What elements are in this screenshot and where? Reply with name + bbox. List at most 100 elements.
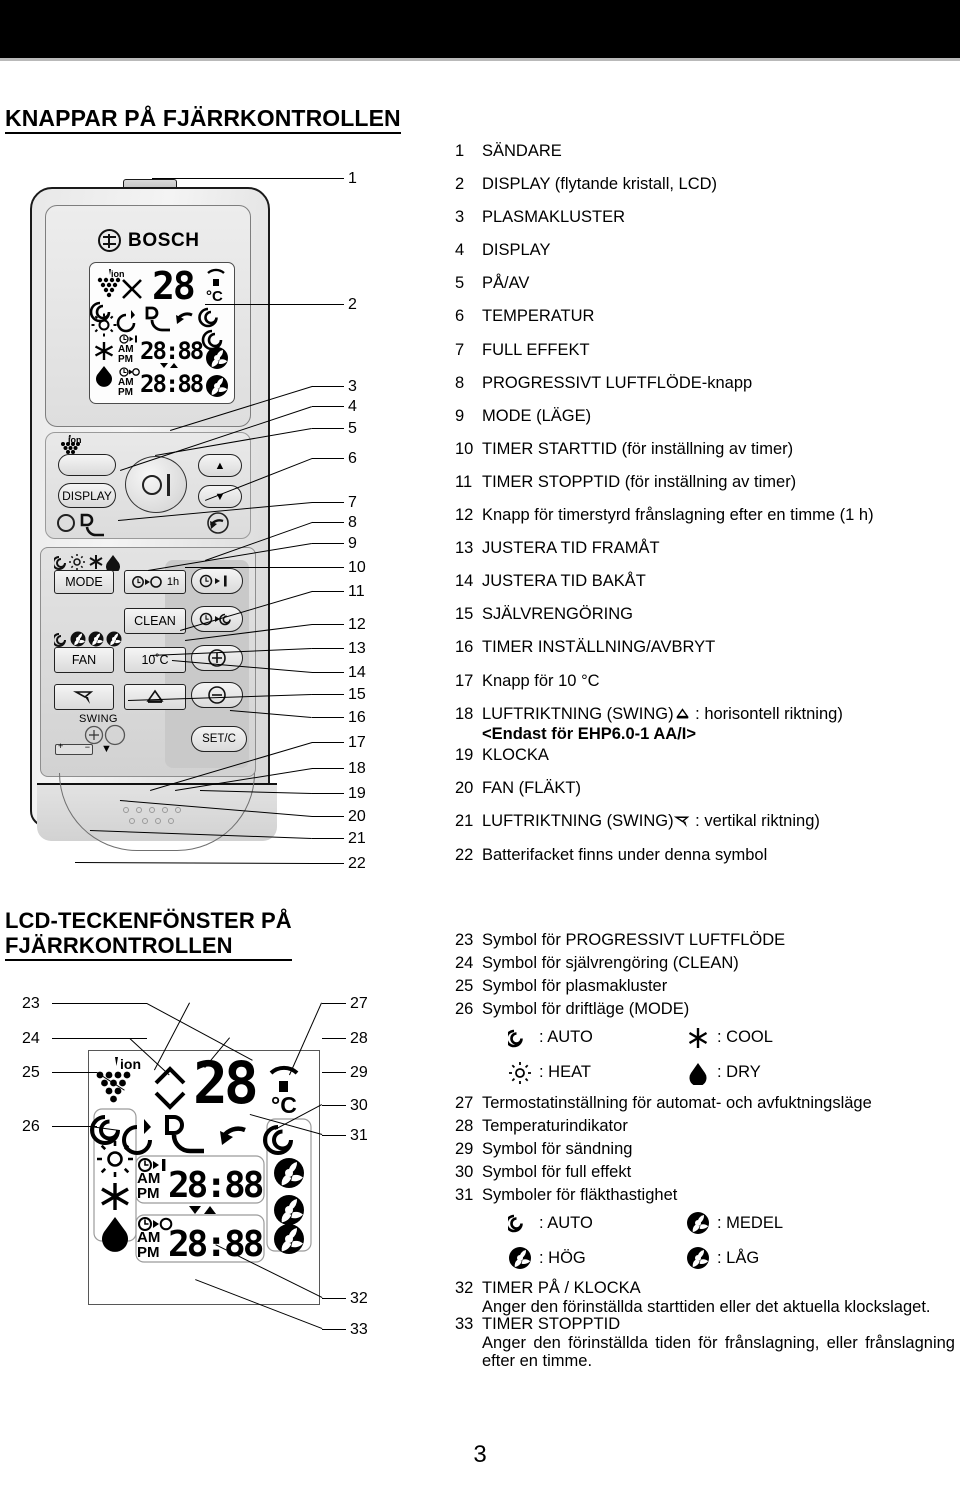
bosch-mark-icon xyxy=(98,229,121,252)
leader-line xyxy=(312,768,344,769)
fan-auto-icon-wrap xyxy=(505,1210,535,1236)
list-item-text: Knapp för 10 °C xyxy=(482,671,600,690)
list-item: 3 PLASMAKLUSTER xyxy=(455,209,955,226)
list-item-number: 33 xyxy=(455,1315,474,1334)
list-item-number: 1 xyxy=(455,142,465,160)
page-header-band xyxy=(0,0,960,58)
list-item-text: FULL EFFEKT xyxy=(482,340,590,359)
fan-medium-icon xyxy=(687,1212,709,1234)
swing-vertical-icon xyxy=(673,816,689,828)
leader-line xyxy=(205,304,312,305)
callout-number: 1 xyxy=(348,170,357,187)
list-item-number: 15 xyxy=(455,605,474,624)
timer-on-button[interactable] xyxy=(191,568,243,594)
list-item-number: 11 xyxy=(455,472,473,491)
heat-mode-icon-wrap xyxy=(505,1060,535,1086)
symbol-label: : LÅG xyxy=(717,1248,760,1267)
callout-number: 28 xyxy=(350,1030,368,1047)
full-power-icon xyxy=(57,513,104,537)
cool-mode-icon-wrap xyxy=(683,1025,713,1051)
fan-button[interactable]: FAN xyxy=(54,647,114,673)
svg-text:°C: °C xyxy=(206,288,223,305)
list-item: 29 Symbol för sändning xyxy=(455,1140,955,1158)
lcd-legend-list: 23 Symbol för PROGRESSIVT LUFTFLÖDE 24 Symb… xyxy=(455,932,955,1371)
list-item: 33 TIMER STOPPTID xyxy=(455,1316,955,1333)
minus-button[interactable] xyxy=(191,682,243,708)
list-item-number: 30 xyxy=(455,1162,474,1181)
fan-symbols-row-icon xyxy=(54,631,122,647)
heat-mode-icon xyxy=(509,1061,531,1084)
list-item-text: TIMER STOPPTID (för inställning av timer… xyxy=(482,472,797,491)
battery-compartment-dots-icon xyxy=(123,807,183,827)
list-item: 15 SJÄLVRENGÖRING xyxy=(455,606,955,623)
callout-number: 8 xyxy=(348,514,357,531)
set-cancel-button[interactable]: SET/C xyxy=(191,726,247,752)
swing-vertical-button[interactable] xyxy=(54,684,114,710)
list-item-number: 17 xyxy=(455,671,474,690)
callout-number: 19 xyxy=(348,785,366,802)
progressive-airflow-button[interactable] xyxy=(206,511,232,537)
leader-line xyxy=(312,816,344,817)
display-button[interactable]: DISPLAY xyxy=(58,483,116,508)
list-item: 4 DISPLAY xyxy=(455,242,955,259)
list-item-text: JUSTERA TID FRAMÅT xyxy=(482,539,660,558)
list-item-text: Batterifacket finns under denna symbol xyxy=(482,845,768,864)
fan-low-icon xyxy=(687,1247,709,1269)
leader-line xyxy=(312,694,344,695)
list-item: 22 Batterifacket finns under denna symbol xyxy=(455,847,955,864)
leader-line xyxy=(74,862,312,864)
list-item: 12 Knapp för timerstyrd frånslagning efte… xyxy=(455,507,955,524)
list-item: 10 TIMER STARTTID (för inställning av tim… xyxy=(455,441,955,458)
list-item-number: 4 xyxy=(455,241,465,260)
callout-number: 31 xyxy=(350,1127,368,1144)
svg-text:PM: PM xyxy=(118,387,133,398)
list-item-number: 19 xyxy=(455,746,474,765)
mode-button[interactable]: MODE xyxy=(54,570,114,594)
list-item-text: KLOCKA xyxy=(482,746,549,765)
plus-button[interactable] xyxy=(191,645,243,671)
symbol-cell: : AUTO xyxy=(505,1210,683,1236)
header-divider xyxy=(0,58,960,61)
callout-number: 18 xyxy=(348,760,366,777)
leader-line xyxy=(52,1072,97,1073)
callout-number: 30 xyxy=(350,1097,368,1114)
list-item: 32 TIMER PÅ / KLOCKA xyxy=(455,1280,955,1297)
remote-control-panel-upper: ion DISPLAY ▲ ▼ xyxy=(45,432,251,539)
symbol-label: : AUTO xyxy=(539,1028,593,1046)
symbol-label: : DRY xyxy=(717,1063,761,1081)
list-item-text: PLASMAKLUSTER xyxy=(482,208,626,227)
svg-text:°C: °C xyxy=(271,1092,297,1118)
list-item-text: Symboler för fläkthastighet xyxy=(482,1185,678,1204)
list-item-number: 21 xyxy=(455,812,474,831)
swing-horizontal-button[interactable] xyxy=(124,684,186,710)
list-item-text: TIMER STARTTID (för inställning av timer… xyxy=(482,439,794,458)
list-item-text: MODE (LÄGE) xyxy=(482,406,592,425)
svg-text:28:88: 28:88 xyxy=(140,337,203,365)
svg-text:28:88: 28:88 xyxy=(140,370,203,398)
list-item-text: SJÄLVRENGÖRING xyxy=(482,605,633,624)
temp-up-button[interactable]: ▲ xyxy=(198,454,242,477)
fan-auto-icon xyxy=(508,1214,523,1233)
leader-line xyxy=(322,1072,346,1073)
callout-number: 32 xyxy=(350,1290,368,1307)
callout-number: 22 xyxy=(348,855,366,872)
section-title-buttons: KNAPPAR PÅ FJÄRRKONTROLLEN xyxy=(5,105,401,135)
callout-number: 9 xyxy=(348,535,357,552)
list-item-text: Termostatinställning för automat- och av… xyxy=(482,1093,872,1112)
list-item: 27 Termostatinställning för automat- och … xyxy=(455,1093,955,1112)
mode-symbol-table: : AUTO: COOL: HEAT: DRY xyxy=(505,1025,955,1086)
callout-number: 12 xyxy=(348,616,366,633)
list-item-detail: Anger den förinställda tiden för frånsla… xyxy=(482,1333,955,1371)
callout-number: 13 xyxy=(348,640,366,657)
list-item-number: 8 xyxy=(455,373,465,392)
symbol-cell: : HÖG xyxy=(505,1245,683,1271)
callout-number: 29 xyxy=(350,1064,368,1081)
remote-lcd-display: ion 28 °C AM PM 28:88 AM PM 28:88 xyxy=(89,262,235,404)
list-item-number: 9 xyxy=(455,406,465,425)
plasmacluster-button[interactable] xyxy=(58,454,116,476)
svg-text:ion: ion xyxy=(120,1056,141,1072)
list-item-detail: Anger den förinställda starttiden eller … xyxy=(482,1297,931,1316)
list-item-text: Symbol för plasmakluster xyxy=(482,977,668,995)
fan-symbol-table: : AUTO: MEDEL: HÖG: LÅG xyxy=(505,1210,955,1271)
one-hour-timer-button[interactable]: 1h xyxy=(124,570,186,594)
